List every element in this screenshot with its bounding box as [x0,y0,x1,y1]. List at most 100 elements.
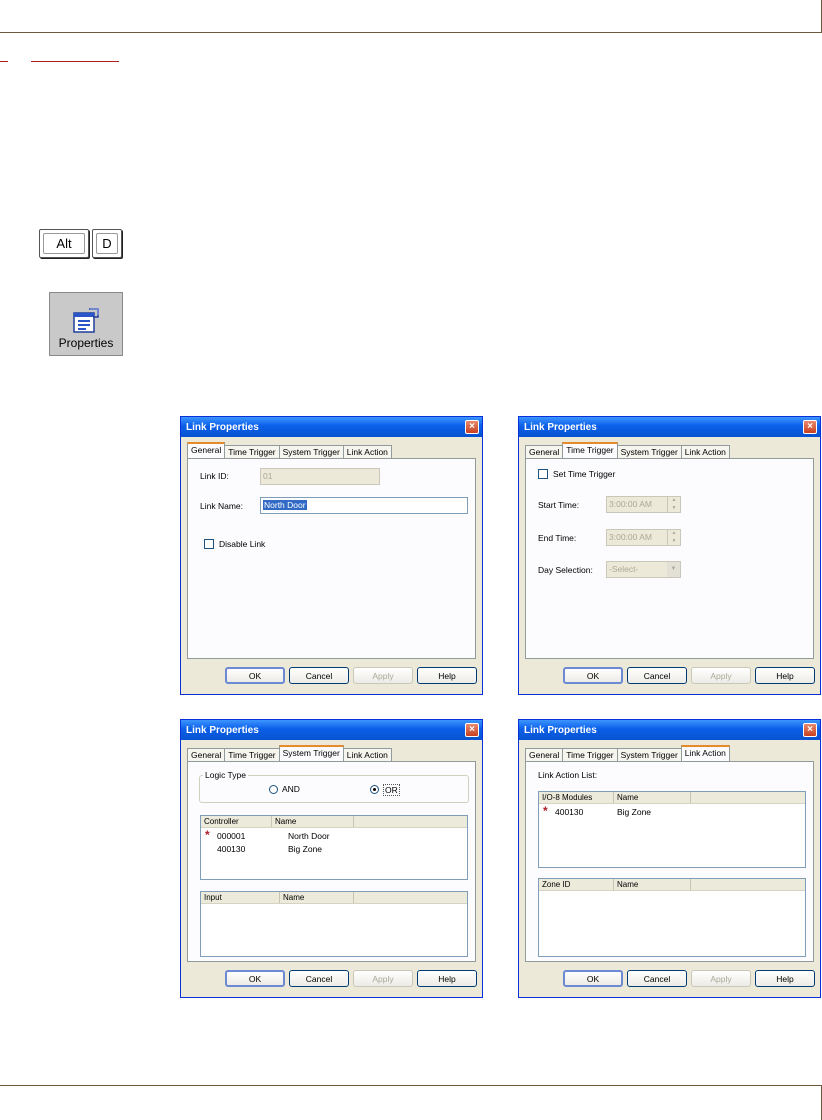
ok-button[interactable]: OK [225,970,285,987]
column-header-filler [691,879,805,890]
start-time-field: 3:00:00 AM ▲ ▼ [606,496,681,513]
ok-button[interactable]: OK [225,667,285,684]
column-header-filler [354,892,467,903]
dialog-title: Link Properties [186,724,259,736]
link-action-list-label: Link Action List: [538,770,598,780]
help-button[interactable]: Help [417,667,477,684]
tab-general[interactable]: General [187,442,226,458]
dialog-buttons: OK Cancel Apply Help [525,667,815,687]
link-properties-dialog-general: Link Properties × General Time Trigger S… [180,416,483,695]
properties-icon [73,308,99,333]
dialog-titlebar: Link Properties × [519,417,820,437]
alt-key: Alt [39,229,89,258]
zone-list-header: Zone ID Name [539,879,805,891]
tab-link-action[interactable]: Link Action [342,748,392,761]
tab-link-action[interactable]: Link Action [680,745,730,761]
help-button[interactable]: Help [755,667,815,684]
column-header[interactable]: Name [280,892,354,903]
list-item[interactable]: 400130 [217,844,245,854]
close-icon[interactable]: × [465,420,479,434]
tab-system-trigger[interactable]: System Trigger [616,748,682,761]
ok-button[interactable]: OK [563,667,623,684]
cancel-button[interactable]: Cancel [627,970,687,987]
spin-up-icon: ▲ [671,530,677,536]
header-rule-short [0,61,8,62]
tab-strip: General Time Trigger System Trigger Link… [187,442,392,458]
cancel-button[interactable]: Cancel [289,970,349,987]
tab-time-trigger[interactable]: Time Trigger [562,442,618,458]
header-rule [31,61,119,62]
close-icon[interactable]: × [465,723,479,737]
start-time-label: Start Time: [538,500,580,510]
logic-type-label: Logic Type [203,770,248,780]
column-header[interactable]: Name [614,792,691,803]
tab-link-action[interactable]: Link Action [680,445,730,458]
tab-time-trigger[interactable]: Time Trigger [224,748,280,761]
tab-strip: General Time Trigger System Trigger Link… [525,745,730,761]
input-list[interactable]: Input Name [200,891,468,957]
column-header[interactable]: Input [201,892,280,903]
tab-time-trigger[interactable]: Time Trigger [562,748,618,761]
list-item[interactable]: 400130 [555,807,583,817]
zone-list[interactable]: Zone ID Name [538,878,806,957]
set-time-trigger-label: Set Time Trigger [553,469,616,479]
tab-general[interactable]: General [187,748,226,761]
dialog-title: Link Properties [524,421,597,433]
tab-strip: General Time Trigger System Trigger Link… [187,745,392,761]
apply-button: Apply [691,667,751,684]
help-button[interactable]: Help [755,970,815,987]
dialog-buttons: OK Cancel Apply Help [525,970,815,990]
tab-system-trigger[interactable]: System Trigger [278,745,344,761]
tab-general[interactable]: General [525,445,564,458]
spin-down-icon: ▼ [671,537,677,544]
list-item-name: North Door [288,831,330,841]
link-properties-dialog-time-trigger: Link Properties × General Time Trigger S… [518,416,821,695]
disable-link-checkbox[interactable] [204,539,214,549]
set-time-trigger-checkbox[interactable] [538,469,548,479]
close-icon[interactable]: × [803,420,817,434]
tab-general[interactable]: General [525,748,564,761]
dialog-title: Link Properties [186,421,259,433]
spin-down-icon: ▼ [671,504,677,511]
input-list-header: Input Name [201,892,467,904]
io-modules-list[interactable]: I/O-8 Modules Name * 400130 Big Zone [538,791,806,868]
tab-time-trigger[interactable]: Time Trigger [224,445,280,458]
controller-list-header: Controller Name [201,816,467,828]
tab-link-action[interactable]: Link Action [342,445,392,458]
close-icon[interactable]: × [803,723,817,737]
tab-system-trigger[interactable]: System Trigger [616,445,682,458]
or-radio[interactable] [370,785,379,794]
apply-button: Apply [353,667,413,684]
properties-label: Properties [58,336,114,350]
cancel-button[interactable]: Cancel [289,667,349,684]
start-time-spinner: ▲ ▼ [667,497,680,512]
column-header[interactable]: Name [614,879,691,890]
and-radio[interactable] [269,785,278,794]
tab-system-trigger[interactable]: System Trigger [278,445,344,458]
controller-list[interactable]: Controller Name * 000001 North Door 4001… [200,815,468,880]
dialog-titlebar: Link Properties × [519,720,820,740]
link-properties-dialog-link-action: Link Properties × General Time Trigger S… [518,719,821,998]
help-button[interactable]: Help [417,970,477,987]
page-header-frame [0,0,822,33]
time-trigger-panel: Set Time Trigger Start Time: 3:00:00 AM … [525,458,814,659]
column-header[interactable]: Name [272,816,354,827]
apply-button: Apply [353,970,413,987]
properties-button[interactable]: Properties [49,292,123,356]
page-footer-frame [0,1085,822,1120]
list-item-name: Big Zone [617,807,652,817]
dialog-buttons: OK Cancel Apply Help [187,970,477,990]
column-header[interactable]: I/O-8 Modules [539,792,614,803]
spin-up-icon: ▲ [671,497,677,503]
cancel-button[interactable]: Cancel [627,667,687,684]
column-header[interactable]: Zone ID [539,879,614,890]
list-item[interactable]: 000001 [217,831,245,841]
general-panel: Link ID: 01 Link Name: North Door Disabl… [187,458,476,659]
column-header-filler [354,816,467,827]
link-name-field[interactable]: North Door [260,497,468,514]
column-header[interactable]: Controller [201,816,272,827]
io-modules-list-header: I/O-8 Modules Name [539,792,805,804]
ok-button[interactable]: OK [563,970,623,987]
list-item-name: Big Zone [288,844,323,854]
star-icon: * [205,828,210,842]
